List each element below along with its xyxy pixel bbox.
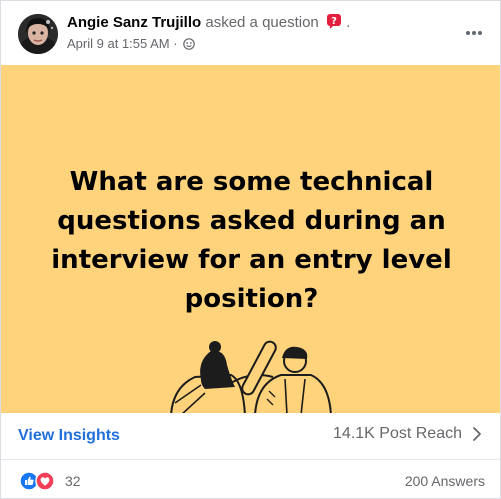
friends-icon[interactable]: [183, 38, 196, 53]
more-dots-icon: [466, 31, 482, 35]
reactions-row: 32 200 Answers: [1, 460, 500, 498]
question-badge-icon: ?: [326, 13, 342, 33]
post-meta: April 9 at 1:55 AM ·: [67, 36, 196, 53]
love-reaction-icon: [35, 471, 55, 491]
reaction-icons[interactable]: [19, 471, 55, 491]
more-options-button[interactable]: [460, 19, 488, 47]
view-insights-link[interactable]: View Insights: [18, 427, 120, 445]
meta-separator: ·: [173, 36, 178, 51]
question-text: What are some technical questions asked …: [51, 167, 452, 314]
trailing-punctuation: .: [346, 14, 351, 31]
svg-text:?: ?: [331, 16, 337, 27]
post-action-text: asked a question: [205, 14, 319, 31]
avatar[interactable]: [18, 14, 58, 54]
people-illustration: [170, 340, 332, 413]
post-timestamp[interactable]: April 9 at 1:55 AM: [67, 36, 170, 51]
reaction-count[interactable]: 32: [65, 473, 81, 489]
answers-count[interactable]: 200 Answers: [405, 473, 485, 489]
post-card: Angie Sanz Trujillo asked a question ? .…: [0, 0, 501, 499]
post-reach-label: 14.1K Post Reach: [333, 425, 462, 442]
author-line: Angie Sanz Trujillo asked a question ? .: [67, 13, 350, 33]
chevron-right-icon: [473, 427, 481, 441]
post-reach-link[interactable]: 14.1K Post Reach: [333, 425, 482, 443]
author-name[interactable]: Angie Sanz Trujillo: [67, 14, 201, 31]
post-header: Angie Sanz Trujillo asked a question ? .…: [1, 1, 500, 65]
avatar-image: [18, 14, 58, 54]
question-panel[interactable]: What are some technical questions asked …: [1, 65, 500, 413]
insights-row: View Insights 14.1K Post Reach: [1, 413, 500, 460]
